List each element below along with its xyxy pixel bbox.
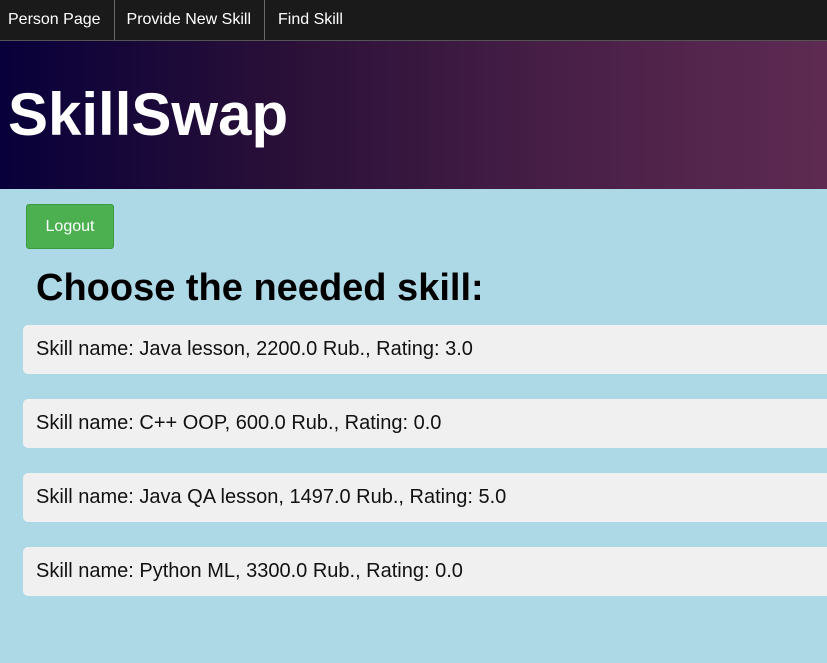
skill-list: Skill name: Java lesson, 2200.0 Rub., Ra… (23, 325, 827, 621)
site-header: SkillSwap (0, 41, 827, 189)
skill-item-cpp-oop[interactable]: Skill name: C++ OOP, 600.0 Rub., Rating:… (23, 399, 827, 448)
logout-button[interactable]: Logout (26, 204, 114, 249)
nav-link-provide-new-skill[interactable]: Provide New Skill (115, 0, 265, 40)
page-heading: Choose the needed skill: (36, 267, 484, 309)
site-title: SkillSwap (8, 81, 289, 148)
top-navbar: Person Page Provide New Skill Find Skill (0, 0, 827, 41)
nav-link-find-skill[interactable]: Find Skill (265, 0, 355, 40)
nav-link-person-page[interactable]: Person Page (0, 0, 115, 40)
skill-item-java-lesson[interactable]: Skill name: Java lesson, 2200.0 Rub., Ra… (23, 325, 827, 374)
skill-item-java-qa-lesson[interactable]: Skill name: Java QA lesson, 1497.0 Rub.,… (23, 473, 827, 522)
skill-item-python-ml[interactable]: Skill name: Python ML, 3300.0 Rub., Rati… (23, 547, 827, 596)
